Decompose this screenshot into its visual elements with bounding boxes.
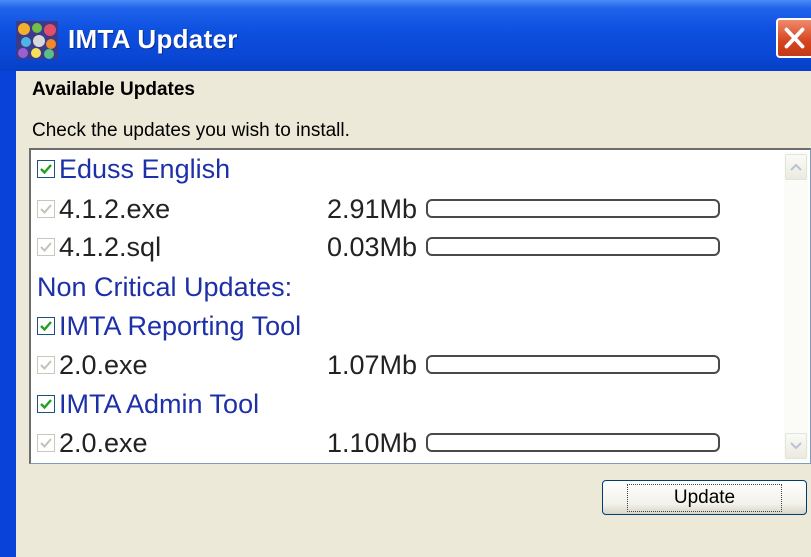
checkmark-icon — [40, 242, 52, 252]
file-size: 1.10Mb — [326, 427, 417, 458]
group-label: IMTA Admin Tool — [59, 388, 260, 419]
chevron-up-icon — [790, 163, 802, 171]
group-row-imta-admin-tool[interactable]: IMTA Admin Tool — [37, 388, 259, 420]
download-progress-bar — [426, 237, 720, 256]
title-bar[interactable]: IMTA Updater — [0, 0, 811, 71]
vertical-scrollbar[interactable] — [784, 152, 808, 461]
scroll-down-button[interactable] — [785, 433, 807, 459]
file-size: 2.91Mb — [326, 193, 417, 224]
file-size: 0.03Mb — [326, 231, 417, 262]
close-button[interactable] — [776, 18, 811, 58]
update-button-label: Update — [626, 483, 783, 512]
checkmark-icon — [40, 204, 52, 214]
group-checkbox[interactable] — [37, 317, 55, 335]
file-name: 4.1.2.exe — [59, 193, 171, 224]
group-label: Eduss English — [59, 153, 231, 184]
file-name: 2.0.exe — [59, 349, 148, 380]
available-updates-heading: Available Updates — [32, 79, 195, 100]
instruction-text: Check the updates you wish to install. — [32, 120, 350, 141]
group-row-eduss-english[interactable]: Eduss English — [37, 153, 230, 185]
scroll-up-button[interactable] — [785, 154, 807, 180]
colorful-grid-icon — [16, 21, 58, 59]
download-progress-bar — [426, 433, 720, 452]
file-checkbox-disabled — [37, 356, 55, 374]
group-row-imta-reporting-tool[interactable]: IMTA Reporting Tool — [37, 310, 301, 342]
group-checkbox[interactable] — [37, 160, 55, 178]
window-client-area: Available Updates Check the updates you … — [16, 71, 811, 557]
close-icon — [784, 27, 805, 49]
chevron-down-icon — [790, 442, 802, 450]
download-progress-bar — [426, 199, 720, 218]
non-critical-section-label: Non Critical Updates: — [37, 271, 292, 303]
file-row: 4.1.2.sql 0.03Mb — [37, 231, 720, 263]
checkmark-icon — [40, 438, 52, 448]
checkmark-icon — [40, 321, 52, 332]
group-label: IMTA Reporting Tool — [59, 310, 302, 341]
file-row: 2.0.exe 1.10Mb — [37, 427, 720, 459]
window-title: IMTA Updater — [68, 24, 238, 54]
file-name: 2.0.exe — [59, 427, 148, 458]
download-progress-bar — [426, 355, 720, 374]
file-checkbox-disabled — [37, 238, 55, 256]
updater-window: IMTA Updater Available Updates Check the… — [0, 0, 811, 557]
file-row: 4.1.2.exe 2.91Mb — [37, 193, 720, 225]
file-checkbox-disabled — [37, 200, 55, 218]
file-row: 2.0.exe 1.07Mb — [37, 349, 720, 381]
group-checkbox[interactable] — [37, 395, 55, 413]
file-size: 1.07Mb — [326, 349, 417, 380]
updates-list[interactable]: Eduss English 4.1.2.exe 2.91Mb 4.1.2.sql… — [29, 148, 811, 464]
checkmark-icon — [40, 360, 52, 370]
checkmark-icon — [40, 399, 52, 410]
update-button[interactable]: Update — [602, 480, 807, 515]
file-name: 4.1.2.sql — [59, 231, 162, 262]
checkmark-icon — [40, 164, 52, 175]
file-checkbox-disabled — [37, 434, 55, 452]
section-label: Non Critical Updates: — [37, 271, 293, 302]
